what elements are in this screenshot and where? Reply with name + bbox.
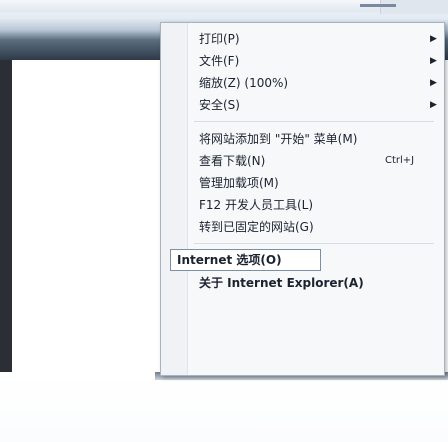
menu-item-label: 缩放(Z) (100%) [199,76,289,90]
chevron-right-icon: ▶ [430,100,437,110]
menu-item-label: 安全(S) [199,98,240,112]
menu-item-manage-addons[interactable]: 管理加载项(M) [199,173,439,193]
chevron-right-icon: ▶ [430,56,437,66]
toolbar-slot [380,0,448,14]
menu-item-about-ie[interactable]: 关于 Internet Explorer(A) [199,273,439,293]
chevron-right-icon: ▶ [430,34,437,44]
menu-item-file[interactable]: 文件(F) ▶ [199,51,439,71]
menu-item-pinned-sites[interactable]: 转到已固定的网站(G) [199,217,439,237]
menu-item-add-to-start[interactable]: 将网站添加到 "开始" 菜单(M) [199,129,439,149]
menu-item-zoom[interactable]: 缩放(Z) (100%) ▶ [199,73,439,93]
menu-item-label: Internet 选项(O) [177,253,282,267]
page-background [0,372,448,442]
menu-item-label: 转到已固定的网站(G) [199,220,314,234]
browser-window: ★ ✱ 打印(P) ▶ 文件(F) ▶ 缩放(Z) (100%) ▶ 安全(S)… [0,0,448,442]
tools-menu: 打印(P) ▶ 文件(F) ▶ 缩放(Z) (100%) ▶ 安全(S) ▶ 将… [160,22,445,376]
menu-item-label: 管理加载项(M) [199,176,279,190]
toolbar-indicator [360,4,396,7]
menu-item-label: 关于 Internet Explorer(A) [199,276,364,290]
menu-item-label: 查看下载(N) [199,154,266,168]
menu-item-label: F12 开发人员工具(L) [199,198,314,212]
menu-item-view-downloads[interactable]: 查看下载(N) Ctrl+J [199,151,439,171]
menu-item-print[interactable]: 打印(P) ▶ [199,29,439,49]
menu-item-dev-tools[interactable]: F12 开发人员工具(L) [199,195,439,215]
menu-item-label: 文件(F) [199,54,240,68]
chevron-right-icon: ▶ [430,78,437,88]
menu-item-label: 打印(P) [199,32,240,46]
menu-item-safety[interactable]: 安全(S) ▶ [199,95,439,115]
menu-item-label: 将网站添加到 "开始" 菜单(M) [199,132,358,146]
menu-icon-gutter [161,23,188,375]
menu-separator [194,121,434,122]
menu-item-internet-options[interactable]: Internet 选项(O) [170,249,321,271]
menu-item-shortcut: Ctrl+J [385,155,415,166]
menu-separator [194,243,434,244]
